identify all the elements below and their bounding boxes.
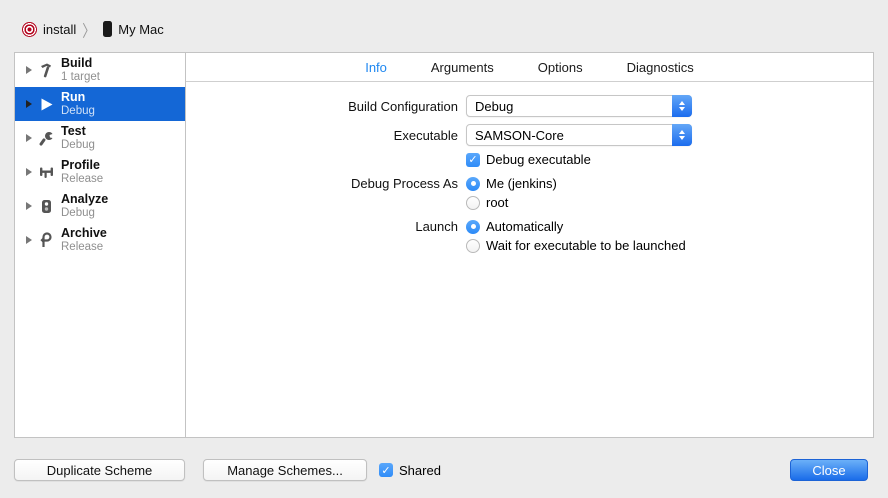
archive-icon: [36, 230, 56, 250]
tab-info[interactable]: Info: [365, 60, 387, 75]
sidebar-item-analyze[interactable]: Analyze Debug: [15, 189, 185, 223]
sidebar-item-title: Archive: [61, 226, 107, 240]
sidebar-item-test[interactable]: Test Debug: [15, 121, 185, 155]
disclosure-triangle-icon[interactable]: [26, 66, 32, 74]
scheme-editor-panel: Build 1 target Run Debug Test Debug: [14, 52, 874, 438]
executable-label: Executable: [186, 128, 466, 143]
launch-radio-wait[interactable]: Wait for executable to be launched: [466, 238, 686, 253]
sidebar-item-subtitle: Release: [61, 173, 103, 186]
debug-executable-label: Debug executable: [486, 152, 591, 167]
radio-unselected-icon: [466, 239, 480, 253]
debug-executable-checkbox[interactable]: ✓ Debug executable: [466, 152, 591, 167]
sidebar-item-archive[interactable]: Archive Release: [15, 223, 185, 257]
sidebar-item-build[interactable]: Build 1 target: [15, 53, 185, 87]
launch-radio-automatically[interactable]: Automatically: [466, 219, 563, 234]
checkbox-check-icon: ✓: [379, 463, 393, 477]
disclosure-triangle-icon[interactable]: [26, 168, 32, 176]
tab-bar: Info Arguments Options Diagnostics: [186, 53, 873, 82]
shared-label: Shared: [399, 463, 441, 478]
executable-popup[interactable]: SAMSON-Core: [466, 124, 692, 146]
disclosure-triangle-icon[interactable]: [26, 100, 32, 108]
tab-options[interactable]: Options: [538, 60, 583, 75]
breadcrumb-chevron-icon: 〉: [82, 17, 95, 41]
tab-diagnostics[interactable]: Diagnostics: [627, 60, 694, 75]
sidebar-item-title: Run: [61, 90, 95, 104]
destination-device-icon[interactable]: [103, 21, 112, 37]
scheme-name[interactable]: install: [43, 22, 76, 37]
gauge-icon: [36, 162, 56, 182]
radio-unselected-icon: [466, 196, 480, 210]
analyze-icon: [36, 196, 56, 216]
radio-selected-icon: [466, 220, 480, 234]
radio-selected-icon: [466, 177, 480, 191]
popup-stepper-icon: [672, 124, 692, 146]
sidebar-item-title: Test: [61, 124, 95, 138]
breadcrumb: install 〉 My Mac: [22, 18, 164, 40]
sidebar-item-subtitle: Debug: [61, 139, 95, 152]
sidebar-item-subtitle: 1 target: [61, 71, 100, 84]
play-icon: [36, 94, 56, 114]
disclosure-triangle-icon[interactable]: [26, 236, 32, 244]
sidebar-item-subtitle: Debug: [61, 207, 108, 220]
tab-arguments[interactable]: Arguments: [431, 60, 494, 75]
sidebar-item-title: Build: [61, 56, 100, 70]
debug-process-as-radio-me[interactable]: Me (jenkins): [466, 176, 557, 191]
run-info-form: Build Configuration Debug Executable SAM…: [186, 82, 873, 260]
sidebar-item-profile[interactable]: Profile Release: [15, 155, 185, 189]
debug-process-as-radio-root[interactable]: root: [466, 195, 508, 210]
scheme-detail-pane: Info Arguments Options Diagnostics Build…: [186, 53, 873, 437]
duplicate-scheme-button[interactable]: Duplicate Scheme: [14, 459, 185, 481]
close-button[interactable]: Close: [790, 459, 868, 481]
footer-bar: Duplicate Scheme Manage Schemes... ✓ Sha…: [0, 452, 888, 488]
scheme-target-icon[interactable]: [22, 22, 37, 37]
wrench-icon: [36, 128, 56, 148]
build-configuration-value: Debug: [467, 99, 672, 114]
build-configuration-label: Build Configuration: [186, 99, 466, 114]
debug-process-as-label: Debug Process As: [186, 176, 466, 191]
destination-name[interactable]: My Mac: [118, 22, 164, 37]
disclosure-triangle-icon[interactable]: [26, 134, 32, 142]
shared-checkbox[interactable]: ✓ Shared: [379, 463, 441, 478]
sidebar-item-subtitle: Release: [61, 241, 107, 254]
sidebar-item-title: Profile: [61, 158, 103, 172]
build-configuration-popup[interactable]: Debug: [466, 95, 692, 117]
manage-schemes-button[interactable]: Manage Schemes...: [203, 459, 367, 481]
popup-stepper-icon: [672, 95, 692, 117]
sidebar-item-title: Analyze: [61, 192, 108, 206]
scheme-actions-sidebar: Build 1 target Run Debug Test Debug: [15, 53, 186, 437]
sidebar-item-run[interactable]: Run Debug: [15, 87, 185, 121]
launch-label: Launch: [186, 219, 466, 234]
hammer-icon: [36, 60, 56, 80]
executable-value: SAMSON-Core: [467, 128, 672, 143]
sidebar-item-subtitle: Debug: [61, 105, 95, 118]
checkbox-check-icon: ✓: [466, 153, 480, 167]
disclosure-triangle-icon[interactable]: [26, 202, 32, 210]
